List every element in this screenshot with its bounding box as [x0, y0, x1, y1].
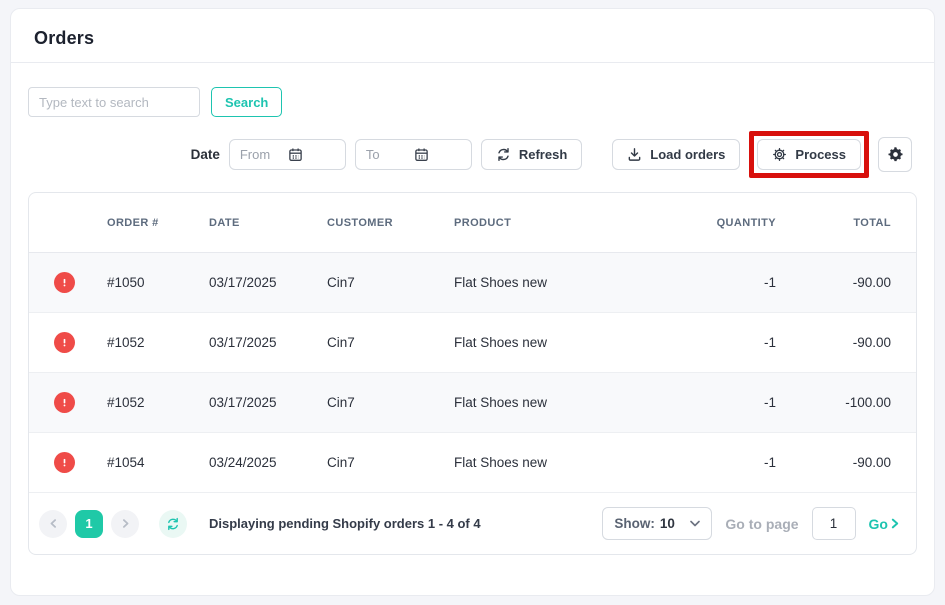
error-exclamation-icon [54, 272, 75, 293]
refresh-icon [166, 517, 180, 531]
column-header-total: TOTAL [776, 217, 891, 229]
table-row[interactable]: #1052 03/17/2025 Cin7 Flat Shoes new -1 … [29, 313, 916, 373]
table-row[interactable]: #1052 03/17/2025 Cin7 Flat Shoes new -1 … [29, 373, 916, 433]
search-button[interactable]: Search [211, 87, 282, 117]
refresh-button[interactable]: Refresh [481, 139, 582, 170]
date-to-input[interactable]: To [355, 139, 472, 170]
date-filter-label: Date [191, 147, 220, 162]
calendar-icon[interactable] [414, 147, 463, 162]
chevron-right-icon [121, 519, 130, 528]
table-header-row: ORDER # DATE CUSTOMER PRODUCT QUANTITY T… [29, 193, 916, 253]
column-header-quantity: QUANTITY [666, 217, 776, 229]
calendar-icon[interactable] [288, 147, 337, 162]
settings-gear-icon [887, 146, 904, 163]
load-orders-button[interactable]: Load orders [612, 139, 740, 170]
filter-row: Date From To [11, 117, 934, 177]
process-button[interactable]: Process [757, 139, 861, 170]
cell-quantity: -1 [666, 335, 776, 350]
table-row[interactable]: #1054 03/24/2025 Cin7 Flat Shoes new -1 … [29, 433, 916, 493]
pagination-status-text: Displaying pending Shopify orders 1 - 4 … [209, 516, 481, 531]
cell-date: 03/17/2025 [209, 275, 327, 290]
cell-date: 03/24/2025 [209, 455, 327, 470]
process-button-label: Process [795, 147, 846, 162]
pagination-controls-right: Show: 10 Go to page Go [602, 507, 900, 540]
cell-total: -90.00 [776, 455, 891, 470]
cell-total: -90.00 [776, 275, 891, 290]
column-header-date: DATE [209, 217, 327, 229]
cell-product: Flat Shoes new [454, 395, 666, 410]
date-from-input[interactable]: From [229, 139, 346, 170]
cell-quantity: -1 [666, 275, 776, 290]
cell-quantity: -1 [666, 395, 776, 410]
date-from-placeholder: From [240, 147, 289, 162]
goto-page-input[interactable] [812, 507, 856, 540]
cell-product: Flat Shoes new [454, 455, 666, 470]
cell-order: #1054 [107, 455, 209, 470]
chevron-left-icon [49, 519, 58, 528]
cell-order: #1050 [107, 275, 209, 290]
next-page-button[interactable] [111, 510, 139, 538]
cell-order: #1052 [107, 335, 209, 350]
cell-date: 03/17/2025 [209, 395, 327, 410]
cell-date: 03/17/2025 [209, 335, 327, 350]
page-size-label: Show: [614, 516, 655, 531]
panel-header: Orders [11, 9, 934, 62]
column-header-product: PRODUCT [454, 217, 666, 229]
load-orders-button-label: Load orders [650, 147, 725, 162]
search-input[interactable] [28, 87, 200, 117]
process-highlight-annotation: Process [749, 131, 869, 178]
cell-total: -100.00 [776, 395, 891, 410]
orders-panel: Orders Search Date From To [10, 8, 935, 596]
date-to-placeholder: To [366, 147, 415, 162]
table-row[interactable]: #1050 03/17/2025 Cin7 Flat Shoes new -1 … [29, 253, 916, 313]
previous-page-button[interactable] [39, 510, 67, 538]
goto-page-label: Go to page [725, 516, 798, 532]
download-icon [627, 147, 642, 162]
cell-customer: Cin7 [327, 395, 454, 410]
refresh-icon [496, 147, 511, 162]
error-exclamation-icon [54, 392, 75, 413]
cell-customer: Cin7 [327, 455, 454, 470]
refresh-button-label: Refresh [519, 147, 567, 162]
cell-total: -90.00 [776, 335, 891, 350]
error-exclamation-icon [54, 452, 75, 473]
table-footer: 1 [29, 493, 916, 554]
cell-product: Flat Shoes new [454, 275, 666, 290]
page-title: Orders [34, 28, 911, 49]
page-size-select[interactable]: Show: 10 [602, 507, 712, 540]
page-number-button[interactable]: 1 [75, 510, 103, 538]
orders-table: ORDER # DATE CUSTOMER PRODUCT QUANTITY T… [28, 192, 917, 555]
page-size-value: 10 [660, 516, 686, 531]
cell-order: #1052 [107, 395, 209, 410]
gear-icon [772, 147, 787, 162]
column-header-order: ORDER # [107, 217, 209, 229]
error-exclamation-icon [54, 332, 75, 353]
cell-customer: Cin7 [327, 275, 454, 290]
column-header-customer: CUSTOMER [327, 217, 454, 229]
reload-list-button[interactable] [159, 510, 187, 538]
settings-button[interactable] [878, 137, 912, 172]
cell-customer: Cin7 [327, 335, 454, 350]
chevron-down-icon [690, 520, 700, 527]
cell-product: Flat Shoes new [454, 335, 666, 350]
search-row: Search [11, 63, 934, 117]
pagination: 1 [39, 510, 481, 538]
chevron-right-icon [890, 518, 900, 529]
go-button[interactable]: Go [869, 516, 900, 532]
cell-quantity: -1 [666, 455, 776, 470]
go-button-label: Go [869, 516, 888, 532]
